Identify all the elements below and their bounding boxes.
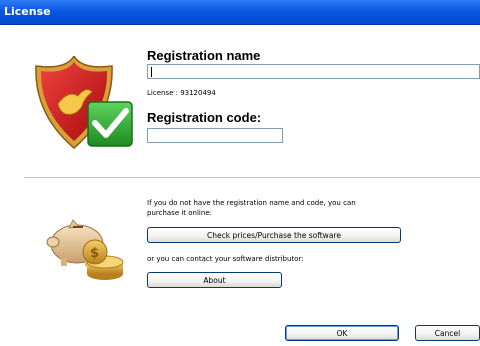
ok-button[interactable]: OK	[285, 325, 399, 341]
svg-text:$: $	[90, 246, 99, 261]
purchase-info-line2: purchase it online:	[147, 209, 212, 217]
license-number: License : 93120494	[147, 89, 216, 97]
cancel-button-label: Cancel	[434, 328, 461, 338]
purchase-info-line1: If you do not have the registration name…	[147, 199, 356, 207]
about-button-label: About	[203, 275, 226, 285]
registration-code-input[interactable]	[147, 128, 283, 143]
shield-checkmark-icon	[35, 56, 133, 149]
ok-button-label: OK	[336, 328, 348, 338]
window-title: License	[4, 5, 51, 18]
registration-name-label: Registration name	[147, 48, 261, 63]
text-caret	[151, 67, 152, 77]
about-button[interactable]: About	[147, 272, 282, 288]
section-divider	[24, 177, 480, 178]
registration-code-label: Registration code:	[147, 110, 262, 125]
cancel-button[interactable]: Cancel	[415, 325, 480, 341]
purchase-button-label: Check prices/Purchase the software	[207, 230, 341, 240]
title-bar[interactable]: License	[0, 0, 480, 25]
registration-name-input[interactable]	[147, 64, 480, 79]
distributor-text: or you can contact your software distrib…	[147, 255, 304, 263]
purchase-button[interactable]: Check prices/Purchase the software	[147, 227, 401, 243]
piggy-bank-coins-icon: $	[46, 219, 124, 280]
